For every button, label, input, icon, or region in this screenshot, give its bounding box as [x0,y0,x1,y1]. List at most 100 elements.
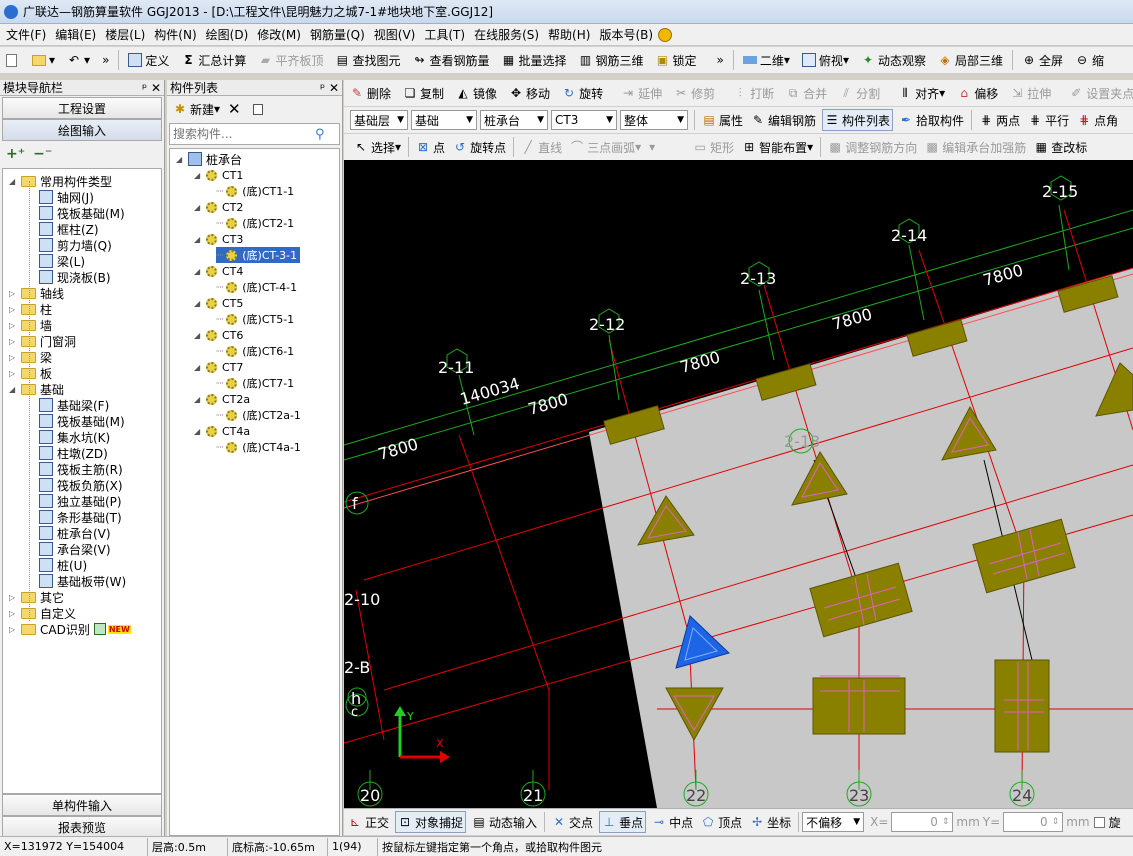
perpendicular-snap-button[interactable]: ⊥ 垂点 [599,811,647,833]
ortho-button[interactable]: ⊾ 正交 [346,811,391,833]
collapse-all-icon[interactable]: −⁻ [33,146,52,162]
menu-item[interactable]: 文件(F) [6,26,46,43]
tree-folder[interactable]: ▷ 梁 [9,349,52,365]
component-group[interactable]: ◢ CT4a [194,423,250,439]
component-tree-root[interactable]: ◢ 桩承台 [176,151,242,167]
component-group[interactable]: ◢ CT2a [194,391,250,407]
rectangle-button[interactable]: ▭ 矩形 [691,136,736,158]
menu-item[interactable]: 版本号(B) [599,26,653,43]
drawing-canvas[interactable]: 2-11 2-12 2-13 2-14 2-15 f 2-10 2-B h c … [344,160,1133,808]
component-list-button[interactable]: ☰ 构件列表 [822,109,894,131]
offset-button[interactable]: ⌂ 偏移 [955,82,1000,104]
menu-item[interactable]: 帮助(H) [548,26,590,43]
arc-mode-dropdown[interactable]: ▾ [647,136,687,158]
line-button[interactable]: ╱ 直线 [519,136,564,158]
tree-item[interactable]: 基础梁(F) [39,397,109,413]
trim-button[interactable]: ✂ 修剪 [672,82,717,104]
collapse-icon[interactable]: ◢ [194,331,203,340]
find-element-button[interactable]: ▤ 查找图元 [333,49,402,71]
collapse-icon[interactable]: ◢ [194,235,203,244]
tree-item[interactable]: 剪力墙(Q) [39,237,112,253]
pin-icon[interactable]: ᵖ [142,81,147,95]
collapse-icon[interactable]: ◢ [9,177,18,186]
expand-icon[interactable]: ▷ [9,337,18,346]
expand-icon[interactable]: ▷ [9,593,18,602]
pick-component-button[interactable]: ✒ 拾取构件 [897,109,966,131]
component-item[interactable]: ┈ (底)CT1-1 [216,183,294,199]
expand-icon[interactable]: ▷ [9,609,18,618]
expand-icon[interactable]: ▷ [9,369,18,378]
rotate-button[interactable]: ↻ 旋转 [560,82,605,104]
arc-dropdown[interactable]: ⌒ 三点画弧 ▾ [568,136,643,158]
component-item[interactable]: ┈ (底)CT2-1 [216,215,294,231]
rotate-checkbox[interactable] [1093,816,1105,828]
menu-item[interactable]: 工具(T) [424,26,465,43]
undo-button[interactable]: ↶ ▾ [65,49,92,71]
stretch-button[interactable]: ⇲ 拉伸 [1008,82,1053,104]
component-group[interactable]: ◢ CT7 [194,359,243,375]
close-icon[interactable]: ✕ [329,81,339,95]
open-file-button[interactable]: ▾ [30,49,57,71]
menu-item[interactable]: 构件(N) [154,26,196,43]
collapse-icon[interactable]: ◢ [194,299,203,308]
delete-button[interactable]: ✎ 删除 [348,82,393,104]
menu-item[interactable]: 编辑(E) [55,26,96,43]
item-select[interactable]: CT3 ▼ [551,110,617,130]
dynamic-view-button[interactable]: ✦ 动态观察 [859,49,928,71]
view-2d-dropdown[interactable]: 二维 ▾ [741,49,792,71]
component-group[interactable]: ◢ CT1 [194,167,243,183]
collapse-icon[interactable]: ◢ [194,363,203,372]
rotate-point-button[interactable]: ↺ 旋转点 [451,136,508,158]
menu-item[interactable]: 绘图(D) [206,26,249,43]
project-settings-button[interactable]: 工程设置 [2,97,162,119]
tree-folder[interactable]: ▷ 墙 [9,317,52,333]
edit-cap-rebar-button[interactable]: ▩ 编辑承台加强筋 [923,136,1028,158]
category-select[interactable]: 基础 ▼ [411,110,477,130]
define-button[interactable]: 定义 [126,49,171,71]
collapse-icon[interactable]: ◢ [194,171,203,180]
tree-folder[interactable]: ▷ 自定义 [9,605,76,621]
lock-button[interactable]: ▣ 锁定 [654,49,699,71]
report-preview-button[interactable]: 报表预览 [2,816,162,838]
expand-icon[interactable]: ▷ [9,305,18,314]
tree-item[interactable]: 承台梁(V) [39,541,111,557]
tree-folder[interactable]: ▷ 板 [9,365,52,381]
component-search-input[interactable] [170,127,315,141]
tree-item[interactable]: 条形基础(T) [39,509,122,525]
point-angle-button[interactable]: ⋕ 点角 [1075,109,1120,131]
tree-folder[interactable]: ▷ 柱 [9,301,52,317]
intersection-snap-button[interactable]: ✕ 交点 [550,811,595,833]
component-group[interactable]: ◢ CT6 [194,327,243,343]
copy-button[interactable]: ❏ 复制 [401,82,446,104]
object-snap-button[interactable]: ⊡ 对象捕捉 [395,811,467,833]
more-button-1[interactable]: » [100,49,111,71]
collapse-icon[interactable]: ◢ [9,385,18,394]
align-dropdown[interactable]: ⫴ 对齐 ▾ [896,82,947,104]
rebar-3d-button[interactable]: ▥ 钢筋三维 [577,49,646,71]
scope-select[interactable]: 整体 ▼ [620,110,688,130]
tree-folder[interactable]: ▷ CAD识别 NEW [9,621,131,637]
expand-icon[interactable]: ▷ [9,353,18,362]
vertex-snap-button[interactable]: ⬠ 顶点 [699,811,744,833]
tree-item[interactable]: 基础板带(W) [39,573,126,589]
batch-select-button[interactable]: ▦ 批量选择 [499,49,568,71]
coordinate-snap-button[interactable]: ✢ 坐标 [748,811,793,833]
flat-top-button[interactable]: ▰ 平齐板顶 [256,49,325,71]
tree-folder[interactable]: ▷ 轴线 [9,285,64,301]
tree-item[interactable]: 筏板基础(M) [39,205,125,221]
check-label-button[interactable]: ▦ 查改标 [1032,136,1089,158]
expand-icon[interactable]: ▷ [9,289,18,298]
tree-item[interactable]: 筏板负筋(X) [39,477,123,493]
point-button[interactable]: ⊠ 点 [414,136,447,158]
break-button[interactable]: ⫶ 打断 [731,82,776,104]
extend-button[interactable]: ⇥ 延伸 [619,82,664,104]
collapse-icon[interactable]: ◢ [194,203,203,212]
new-component-button[interactable]: ✱ 新建 ▾ [171,98,222,120]
component-item[interactable]: ┈ (底)CT-3-1 [216,247,301,263]
tree-item[interactable]: 集水坑(K) [39,429,110,445]
component-item[interactable]: ┈ (底)CT4a-1 [216,439,301,455]
pin-icon[interactable]: ᵖ [320,81,325,95]
dynamic-input-button[interactable]: ▤ 动态输入 [470,811,539,833]
tree-item[interactable]: 筏板基础(M) [39,413,125,429]
component-item[interactable]: ┈ (底)CT5-1 [216,311,294,327]
